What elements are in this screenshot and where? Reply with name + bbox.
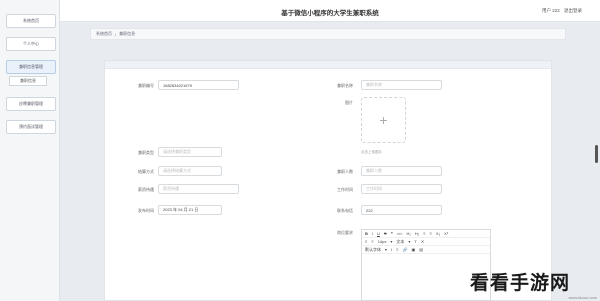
link-icon[interactable]: 🔗 [402, 247, 407, 252]
align-button[interactable]: ≡ [396, 247, 398, 252]
top-bar: 基于微信小程序的大学生兼职系统 用户 222 退出登录 [60, 0, 600, 22]
user-info: 用户 222 退出登录 [542, 8, 582, 14]
editor-toolbar-row-1: B I U S ❝ </> H₁ H₂ ≡ ≡ X₂ X² [362, 230, 490, 238]
contact-input[interactable]: 222 [361, 205, 442, 215]
h2-button[interactable]: H₂ [415, 231, 419, 236]
panel-header [105, 61, 551, 69]
subscript-button[interactable]: X₂ [436, 231, 440, 236]
sidebar-item-applications[interactable]: 应聘兼职管理 [6, 97, 56, 111]
job-no-input[interactable]: 1682834021679 [158, 80, 239, 90]
sidebar-item-job-info[interactable]: 兼职信息管理 [6, 60, 56, 74]
sidebar-subitem-job-info[interactable]: 兼职信息 [9, 76, 47, 86]
logout-link[interactable]: 退出登录 [564, 8, 582, 13]
work-time-input[interactable]: 工作时间 [361, 184, 442, 194]
bold-button[interactable]: B [365, 231, 368, 236]
salary-input[interactable]: 薪资待遇 [158, 184, 239, 194]
code-button[interactable]: </> [397, 231, 403, 236]
sidebar-item-profile[interactable]: 个人中心 [6, 37, 56, 51]
user-name: 用户 222 [541, 8, 560, 13]
sidebar-item-home[interactable]: 系统首页 [6, 14, 56, 28]
chevron-down-icon: ▾ [385, 247, 388, 252]
site-watermark: 看看手游网 www.kkcsn.com [470, 262, 600, 301]
image-label: 图片 [345, 100, 353, 105]
watermark-url: www.kkcsn.com [568, 295, 597, 300]
sidebar-item-interviews[interactable]: 预约面试管理 [6, 120, 56, 134]
underline-button[interactable]: U [377, 231, 380, 236]
headcount-label: 兼职人数 [337, 169, 353, 174]
chevron-down-icon: ▾ [408, 239, 411, 244]
chevron-down-icon: ▾ [390, 239, 393, 244]
breadcrumb-home[interactable]: 系统首页 [96, 31, 112, 37]
publish-date-label: 发布时间 [138, 208, 154, 213]
text-color-button[interactable]: T [414, 239, 416, 244]
job-name-input[interactable]: 兼职名称 [361, 80, 442, 90]
job-name-label: 兼职名称 [337, 83, 353, 88]
strike-button[interactable]: S [384, 231, 387, 236]
watermark-text: 看看手游网 [470, 272, 571, 294]
font-size-select[interactable]: 14px [378, 239, 387, 244]
quote-button[interactable]: ❝ [391, 231, 393, 236]
font-family-select[interactable]: 默认字体 [365, 247, 381, 253]
italic-button[interactable]: I [372, 231, 373, 236]
italic-format-button[interactable]: I [391, 247, 392, 252]
job-no-label: 兼职编号 [138, 83, 154, 88]
headcount-input[interactable]: 兼职人数 [361, 166, 442, 176]
requirements-label: 岗位要求 [337, 230, 353, 235]
settlement-label: 结算方式 [138, 169, 154, 174]
clear-format-button[interactable]: ✕ [421, 239, 424, 244]
upload-tip: 点击上传图片 [361, 150, 382, 154]
breadcrumb: 系统首页 / 兼职信息 [90, 28, 566, 40]
h1-button[interactable]: H₁ [407, 231, 411, 236]
indent-button[interactable]: ≡ [371, 239, 373, 244]
publish-date-input[interactable]: 2023 年 04 月 21 日 [158, 205, 222, 215]
bullet-list-button[interactable]: ≡ [430, 231, 432, 236]
editor-toolbar-row-3: 默认字体 ▾ I ≡ 🔗 ▣ ▤ [362, 246, 490, 254]
superscript-button[interactable]: X² [444, 231, 448, 236]
text-style-select[interactable]: 文本 [396, 239, 404, 245]
plus-icon: + [379, 112, 388, 128]
ordered-list-button[interactable]: ≡ [423, 231, 425, 236]
contact-label: 联系电话 [337, 208, 353, 213]
job-type-select[interactable]: 请选择兼职类型 [158, 147, 222, 157]
settlement-select[interactable]: 请选择结算方式 [158, 166, 222, 176]
image-insert-icon[interactable]: ▣ [411, 247, 415, 252]
job-type-label: 兼职类型 [138, 150, 154, 155]
editor-toolbar-row-2: ≡ ≡ 14px ▾ 文本 ▾ T ✕ [362, 238, 490, 246]
salary-label: 薪资待遇 [138, 187, 154, 192]
scrollbar-thumb[interactable] [595, 145, 598, 163]
work-time-label: 工作时间 [337, 187, 353, 192]
image-upload[interactable]: + [361, 97, 406, 143]
video-insert-icon[interactable]: ▤ [419, 247, 423, 252]
outdent-button[interactable]: ≡ [365, 239, 367, 244]
sidebar: 系统首页 个人中心 兼职信息管理 兼职信息 应聘兼职管理 预约面试管理 [0, 0, 60, 301]
breadcrumb-current: 兼职信息 [119, 31, 136, 36]
app-title: 基于微信小程序的大学生兼职系统 [281, 10, 379, 17]
breadcrumb-separator: / [115, 31, 117, 37]
